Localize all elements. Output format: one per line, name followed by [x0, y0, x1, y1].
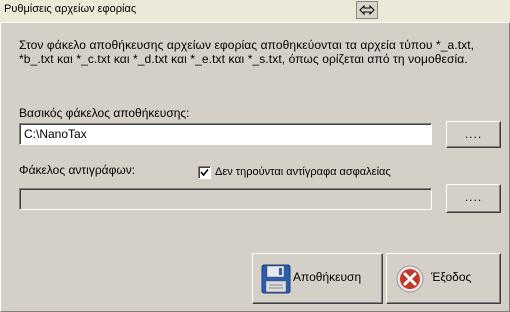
checkmark-icon: [200, 168, 209, 177]
restore-button[interactable]: [356, 1, 378, 19]
no-backup-checkbox[interactable]: [198, 166, 211, 179]
save-button-label: Αποθήκευση: [293, 270, 362, 284]
main-folder-browse-button[interactable]: ....: [446, 121, 501, 148]
restore-arrows-icon: [359, 4, 375, 16]
settings-window: Ρυθμίσεις αρχείων εφορίας Στον φάκελο απ…: [0, 0, 510, 312]
no-backup-label[interactable]: Δεν τηρούνται αντίγραφα ασφαλείας: [215, 166, 391, 178]
exit-button-label: Έξοδος: [431, 270, 472, 284]
main-folder-label: Βασικός φάκελος αποθήκευσης:: [19, 106, 190, 120]
window-title: Ρυθμίσεις αρχείων εφορίας: [4, 3, 137, 15]
copies-folder-label: Φάκελος αντιγράφων:: [19, 163, 136, 177]
floppy-disk-icon: [261, 264, 291, 294]
main-folder-input[interactable]: C:\NanoTax: [19, 123, 432, 145]
description-text: Στον φάκελο αποθήκευσης αρχείων εφορίας …: [19, 38, 475, 66]
exit-x-icon: [396, 265, 424, 293]
copies-folder-browse-button[interactable]: ....: [446, 184, 501, 213]
title-bar[interactable]: Ρυθμίσεις αρχείων εφορίας: [0, 0, 510, 23]
save-button[interactable]: Αποθήκευση: [252, 253, 383, 304]
exit-button[interactable]: Έξοδος: [386, 253, 501, 304]
copies-folder-input[interactable]: [19, 188, 432, 210]
